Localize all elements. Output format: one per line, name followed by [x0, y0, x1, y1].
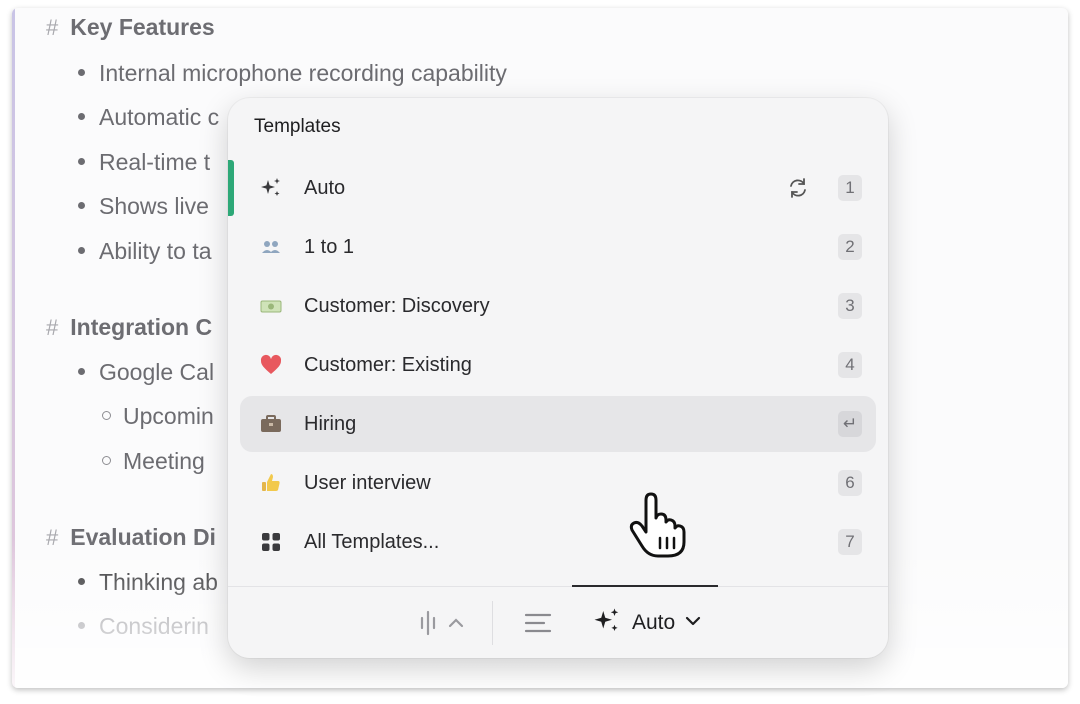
bullet-dot [78, 113, 85, 121]
list-item-text: Thinking ab [99, 569, 218, 595]
heading-hash: # [46, 315, 59, 340]
template-label: Auto [304, 177, 346, 199]
bullet-dot [78, 202, 85, 210]
template-label: User interview [304, 472, 431, 494]
bullet-dot [78, 578, 85, 586]
template-selector-label: Auto [632, 611, 676, 634]
heart-icon [258, 352, 284, 378]
list-item[interactable]: Ability to ta [78, 232, 212, 270]
template-item-all-templates[interactable]: All Templates... 7 [240, 514, 876, 570]
shortcut-key: 2 [838, 234, 862, 260]
heading-text: Evaluation Di [70, 524, 216, 550]
bullet-ring [102, 456, 111, 466]
list-item[interactable]: Thinking ab [78, 563, 218, 601]
bullet-dot [78, 622, 85, 630]
people-icon [258, 234, 284, 260]
sparkles-icon [592, 606, 622, 641]
hand-cursor-icon [620, 490, 692, 562]
active-indicator [228, 160, 234, 216]
list-item-text: Ability to ta [99, 238, 212, 264]
list-item[interactable]: Google Cal [78, 353, 214, 391]
bullet-dot [78, 247, 85, 255]
enter-key: ↵ [838, 411, 862, 437]
section-heading[interactable]: # Key Features [46, 8, 215, 46]
templates-popup: Templates Auto 1 1 to 1 2 Customer: Disc… [228, 98, 888, 658]
sparkles-icon [258, 175, 284, 201]
list-item[interactable]: Considerin [78, 607, 209, 645]
list-item-text: Upcomin [123, 403, 214, 429]
list-item-text: Real-time t [99, 149, 211, 175]
popup-title: Templates [254, 116, 341, 137]
list-item-text: Internal microphone recording capability [99, 60, 507, 86]
template-item-customer-discovery[interactable]: Customer: Discovery 3 [240, 278, 876, 334]
selected-underline [572, 585, 718, 587]
bullet-dot [78, 69, 85, 77]
list-item-text: Shows live [99, 193, 209, 219]
shortcut-key: 6 [838, 470, 862, 496]
heading-hash: # [46, 15, 59, 40]
template-item-customer-existing[interactable]: Customer: Existing 4 [240, 337, 876, 393]
list-item-text: Considerin [99, 613, 209, 639]
section-heading[interactable]: # Evaluation Di [46, 518, 216, 556]
sub-list-item[interactable]: Upcomin [102, 397, 214, 435]
popup-toolbar: Auto [228, 585, 888, 658]
thumbs-up-icon [258, 470, 284, 496]
template-label: All Templates... [304, 531, 440, 553]
section-heading[interactable]: # Integration C [46, 308, 212, 346]
template-label: Customer: Discovery [304, 295, 490, 317]
notes-view-button[interactable] [524, 609, 554, 637]
sub-list-item[interactable]: Meeting [102, 442, 205, 480]
list-item[interactable]: Automatic c [78, 98, 219, 136]
list-item-text: Google Cal [99, 359, 215, 385]
grid-icon [258, 529, 284, 555]
template-item-1-to-1[interactable]: 1 to 1 2 [240, 219, 876, 275]
list-item-text: Meeting [123, 448, 205, 474]
shortcut-key: 4 [838, 352, 862, 378]
shortcut-key: 1 [838, 175, 862, 201]
list-item-text: Automatic c [99, 104, 220, 130]
refresh-icon[interactable] [786, 176, 810, 200]
toolbar-divider [492, 601, 493, 645]
window-accent-edge [12, 8, 15, 688]
list-item[interactable]: Internal microphone recording capability [78, 54, 507, 92]
bullet-dot [78, 158, 85, 166]
list-item[interactable]: Shows live [78, 187, 209, 225]
list-item[interactable]: Real-time t [78, 143, 210, 181]
bullet-ring [102, 411, 111, 421]
heading-text: Key Features [70, 14, 215, 40]
template-label: Customer: Existing [304, 354, 472, 376]
heading-hash: # [46, 525, 59, 550]
money-icon [258, 293, 284, 319]
template-selector-button[interactable]: Auto [592, 605, 701, 641]
chevron-down-icon [685, 614, 701, 632]
shortcut-key: 7 [838, 529, 862, 555]
template-label: Hiring [304, 413, 357, 435]
template-item-user-interview[interactable]: User interview 6 [240, 455, 876, 511]
briefcase-icon [258, 411, 284, 437]
template-label: 1 to 1 [304, 236, 355, 258]
heading-text: Integration C [70, 314, 213, 340]
audio-toggle-button[interactable] [418, 609, 470, 637]
template-item-hiring[interactable]: Hiring ↵ [240, 396, 876, 452]
bullet-dot [78, 368, 85, 376]
template-item-auto[interactable]: Auto 1 [240, 160, 876, 216]
shortcut-key: 3 [838, 293, 862, 319]
